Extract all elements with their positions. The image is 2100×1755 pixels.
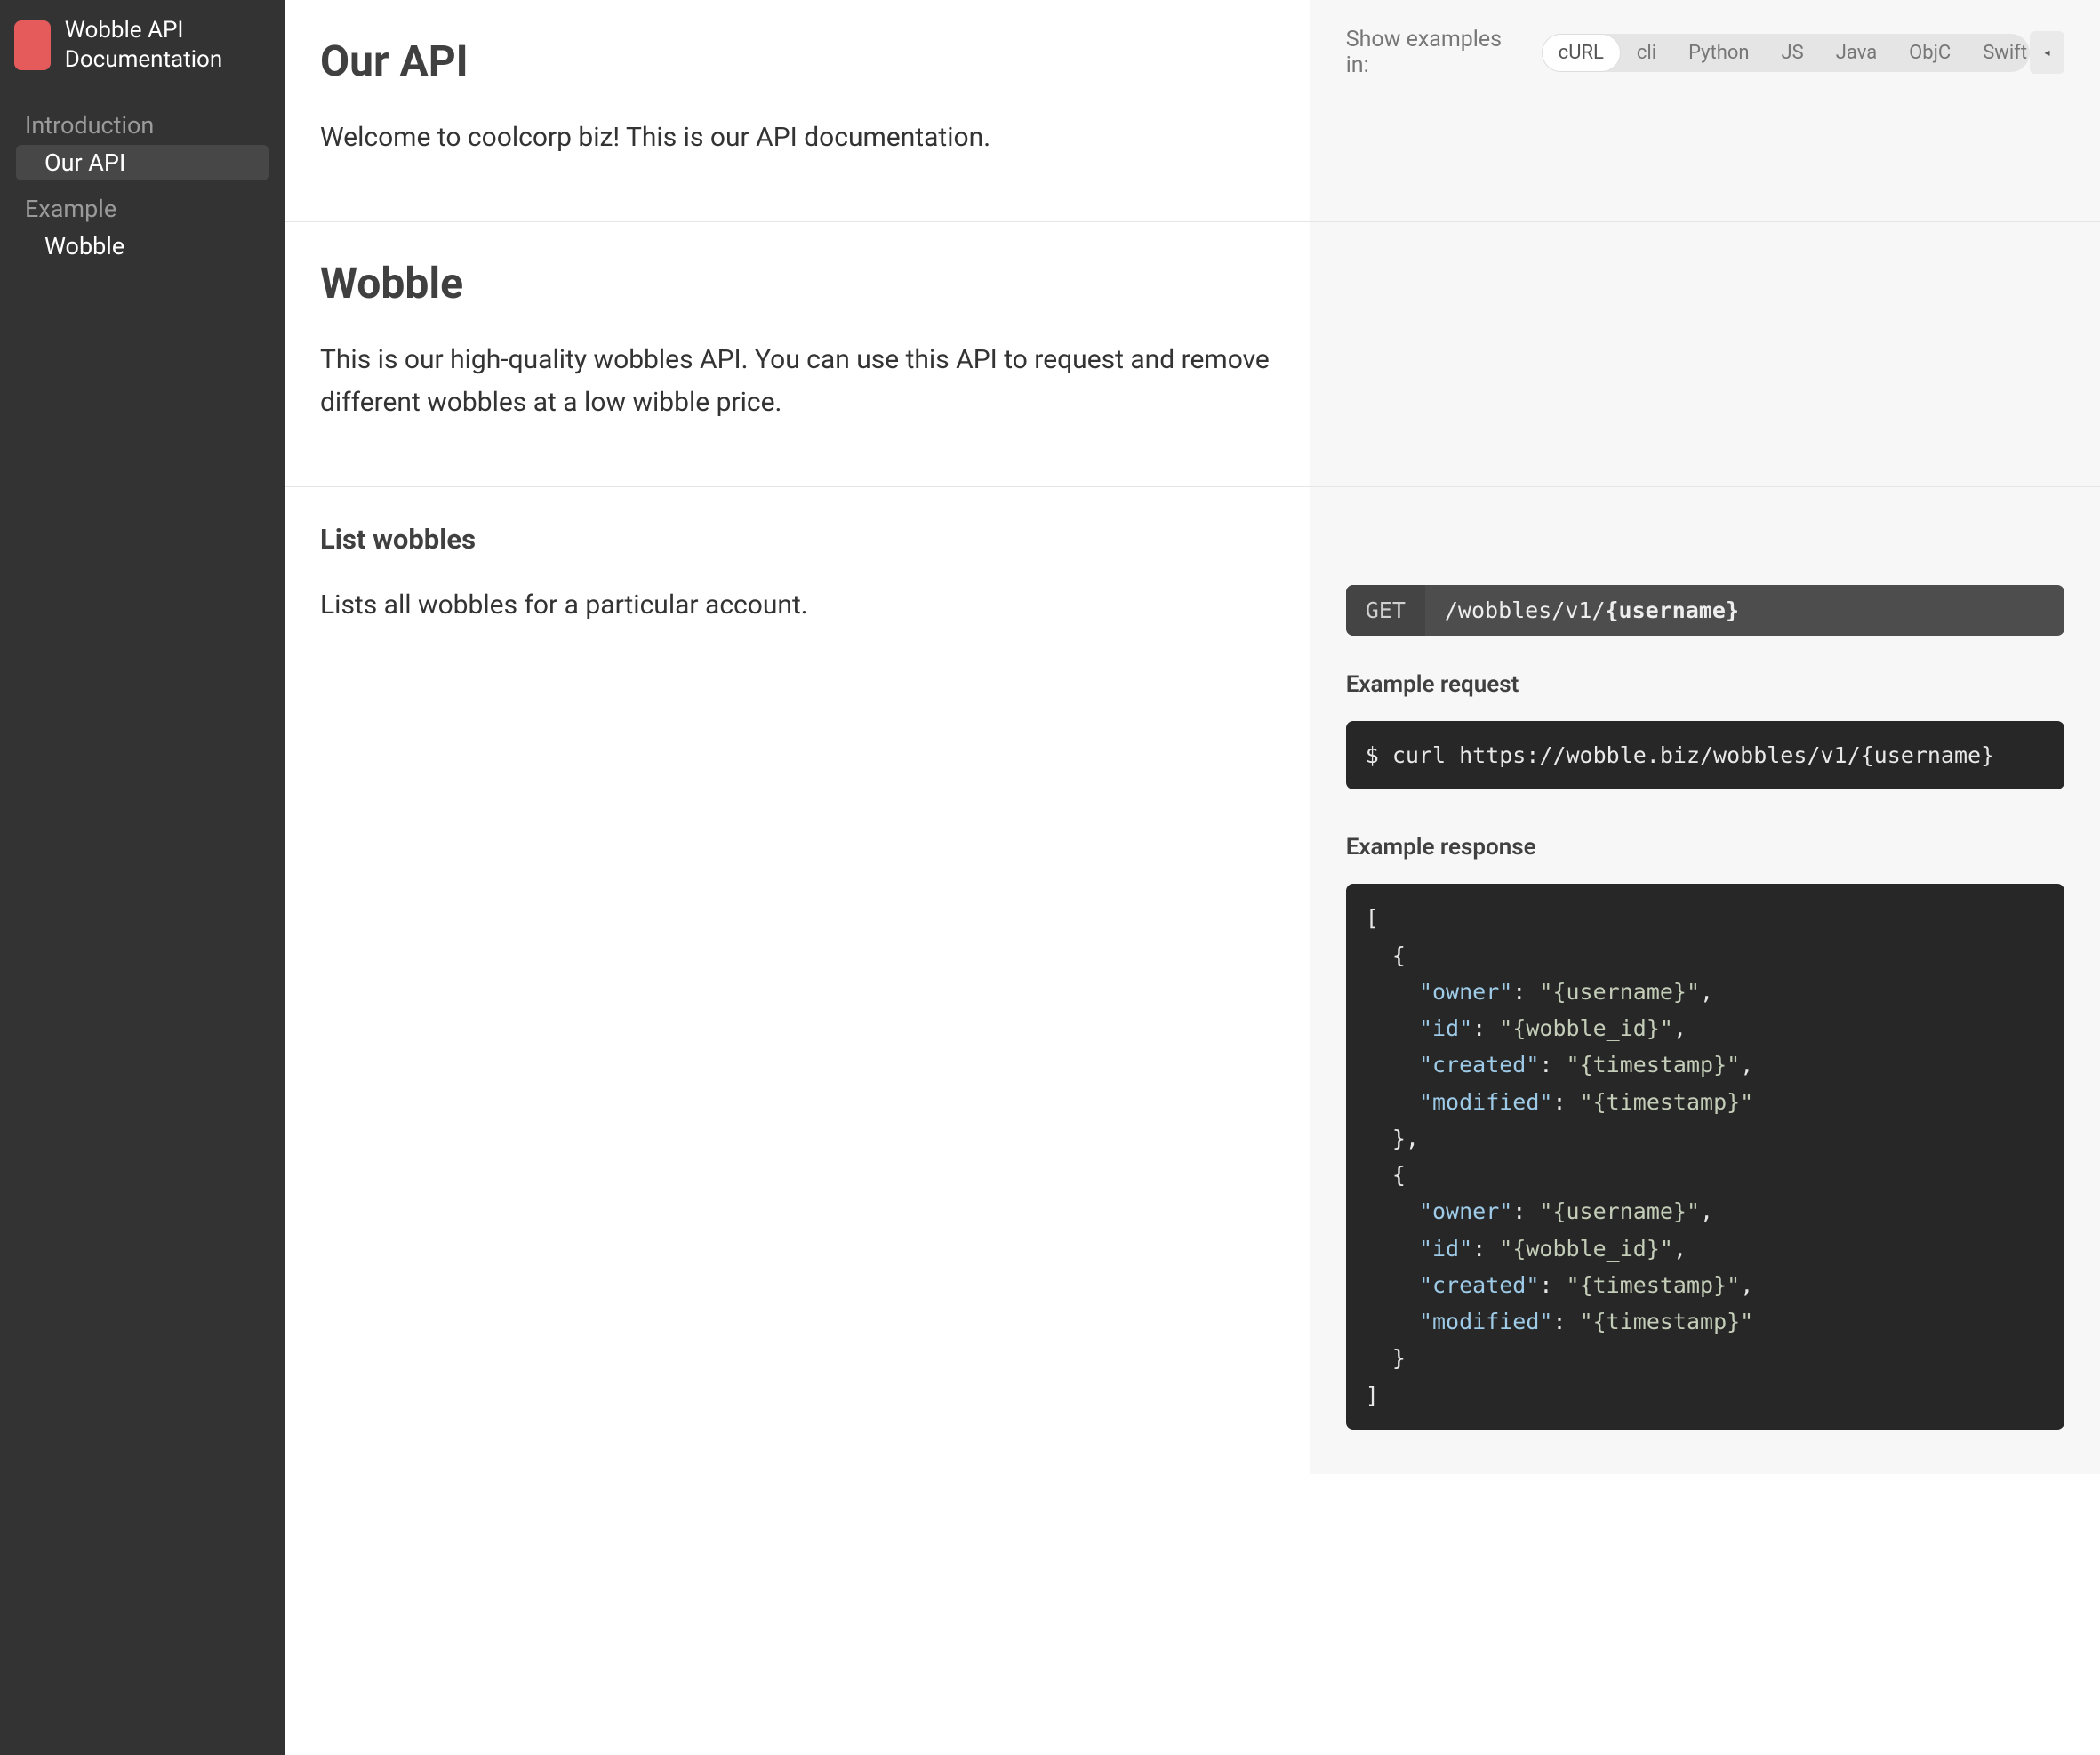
section-wobble: Wobble This is our high-quality wobbles …: [285, 222, 2100, 487]
list-title: List wobbles: [320, 523, 1275, 556]
section-our-api: Our API Welcome to coolcorp biz! This is…: [285, 0, 2100, 222]
main: Our API Welcome to coolcorp biz! This is…: [285, 0, 2100, 1755]
caret-left-icon: ◂: [2045, 46, 2050, 59]
wobble-doc: Wobble This is our high-quality wobbles …: [285, 222, 1310, 486]
our-api-panel: Show examples in: cURL cli Python JS Jav…: [1310, 0, 2100, 221]
wobble-title: Wobble: [320, 258, 1275, 309]
sidebar-header: Wobble API Documentation: [0, 12, 285, 100]
http-method: GET: [1346, 585, 1425, 636]
lang-pill-curl[interactable]: cURL: [1542, 34, 1621, 72]
logo-icon: [14, 20, 51, 70]
lang-switcher: Show examples in: cURL cli Python JS Jav…: [1346, 27, 2064, 96]
our-api-doc: Our API Welcome to coolcorp biz! This is…: [285, 0, 1310, 221]
example-response-code[interactable]: [ { "owner": "{username}", "id": "{wobbl…: [1346, 884, 2064, 1430]
example-request-heading: Example request: [1346, 671, 2064, 698]
wobble-panel: [1310, 222, 2100, 486]
endpoint-bar: GET /wobbles/v1/{username}: [1346, 585, 2064, 636]
nav-item-our-api[interactable]: Our API: [16, 145, 269, 180]
collapse-panel-button[interactable]: ◂: [2030, 31, 2064, 74]
endpoint-path-prefix: /wobbles/v1/: [1445, 597, 1606, 623]
list-doc: List wobbles Lists all wobbles for a par…: [285, 487, 1310, 1474]
lang-pill-group: cURL cli Python JS Java ObjC Swift: [1542, 34, 2030, 72]
nav-item-wobble[interactable]: Wobble: [16, 228, 269, 264]
endpoint-path: /wobbles/v1/{username}: [1425, 585, 1759, 636]
nav-section-example[interactable]: Example: [0, 193, 285, 225]
sidebar-title: Wobble API Documentation: [65, 16, 270, 74]
our-api-title: Our API: [320, 36, 1275, 86]
example-request-code[interactable]: $ curl https://wobble.biz/wobbles/v1/{us…: [1346, 721, 2064, 789]
our-api-body: Welcome to coolcorp biz! This is our API…: [320, 116, 1275, 159]
lang-pill-java[interactable]: Java: [1820, 35, 1893, 71]
endpoint-path-param: {username}: [1606, 597, 1740, 623]
nav-section-introduction[interactable]: Introduction: [0, 109, 285, 141]
lang-pill-cli[interactable]: cli: [1621, 35, 1672, 71]
lang-pill-swift[interactable]: Swift: [1967, 35, 2030, 71]
list-panel: GET /wobbles/v1/{username} Example reque…: [1310, 487, 2100, 1474]
section-list-wobbles: List wobbles Lists all wobbles for a par…: [285, 487, 2100, 1474]
lang-pill-js[interactable]: JS: [1766, 35, 1820, 71]
wobble-body: This is our high-quality wobbles API. Yo…: [320, 339, 1275, 424]
lang-pill-objc[interactable]: ObjC: [1893, 35, 1967, 71]
example-response-heading: Example response: [1346, 834, 2064, 861]
sidebar: Wobble API Documentation Introduction Ou…: [0, 0, 285, 1755]
list-body: Lists all wobbles for a particular accou…: [320, 584, 1275, 627]
lang-label: Show examples in:: [1346, 27, 1526, 78]
lang-pill-python[interactable]: Python: [1672, 35, 1765, 71]
